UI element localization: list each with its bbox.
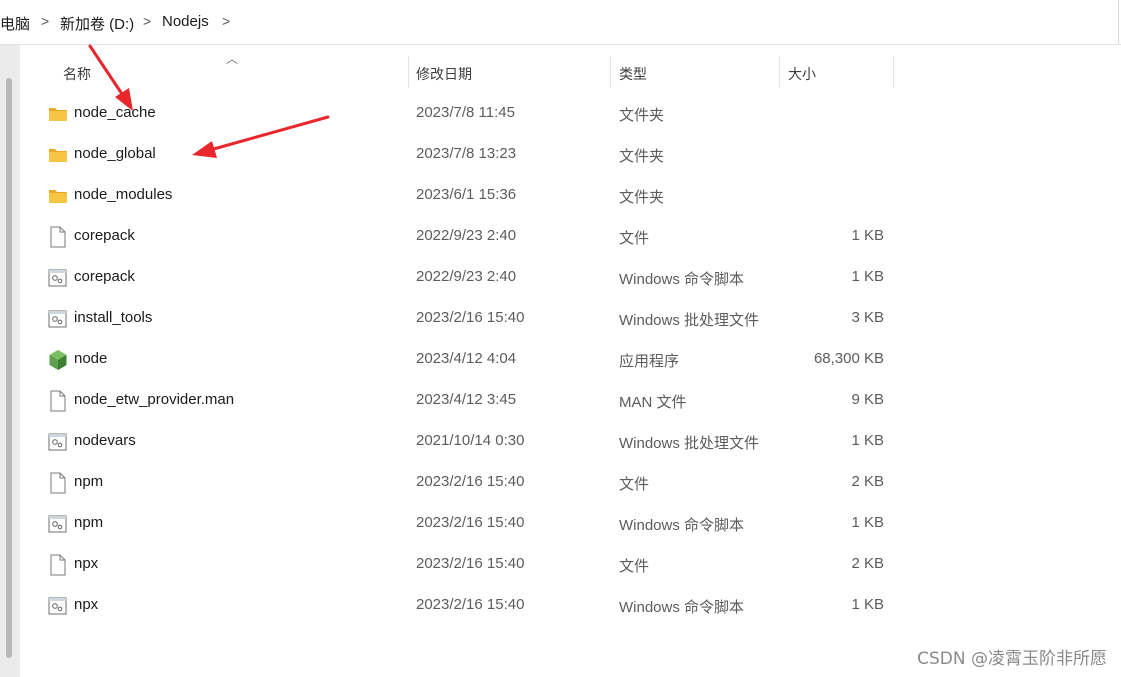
file-type: Windows 批处理文件 xyxy=(619,435,760,452)
file-name: node_global xyxy=(74,145,156,162)
breadcrumb-drive-d[interactable]: 新加卷 (D:) xyxy=(60,13,134,34)
file-type: Windows 命令脚本 xyxy=(619,599,745,616)
breadcrumb: 此电脑 > 新加卷 (D:) > Nodejs > xyxy=(0,0,1121,45)
file-date-modified: 2023/4/12 4:04 xyxy=(416,350,517,367)
script-icon xyxy=(48,431,68,453)
file-icon xyxy=(48,226,68,248)
file-name: npx xyxy=(74,596,99,613)
file-row-npm[interactable]: npm 2023/2/16 15:40 Windows 命令脚本 1 KB xyxy=(44,504,894,545)
file-row-corepack[interactable]: corepack 2022/9/23 2:40 文件 1 KB xyxy=(44,217,894,258)
nodejs-icon xyxy=(48,349,68,371)
file-icon xyxy=(48,554,68,576)
file-size: 1 KB xyxy=(851,514,884,531)
file-date-modified: 2023/2/16 15:40 xyxy=(416,309,525,326)
file-name: npx xyxy=(74,555,99,572)
file-date-modified: 2022/9/23 2:40 xyxy=(416,268,517,285)
file-name: node_etw_provider.man xyxy=(74,391,235,408)
breadcrumb-this-pc[interactable]: 此电脑 xyxy=(0,13,30,34)
column-header-size[interactable]: 大小 xyxy=(780,56,893,88)
column-header-type[interactable]: 类型 xyxy=(611,56,779,88)
column-name-label: 名称 xyxy=(63,66,91,82)
file-size: 1 KB xyxy=(851,268,884,285)
file-date-modified: 2023/7/8 13:23 xyxy=(416,145,517,162)
column-header-name[interactable]: 名称 xyxy=(44,56,408,88)
column-date-label: 修改日期 xyxy=(416,66,472,82)
file-type: MAN 文件 xyxy=(619,394,687,411)
csdn-watermark: CSDN @凌霄玉阶非所愿 xyxy=(917,649,1107,669)
file-type: Windows 命令脚本 xyxy=(619,517,745,534)
breadcrumb-nodejs[interactable]: Nodejs xyxy=(162,13,209,30)
file-type: 文件夹 xyxy=(619,107,665,124)
file-date-modified: 2023/2/16 15:40 xyxy=(416,473,525,490)
script-icon xyxy=(48,595,68,617)
file-size: 9 KB xyxy=(851,391,884,408)
file-size: 2 KB xyxy=(851,555,884,572)
chevron-right-icon[interactable]: > xyxy=(143,13,151,29)
file-row-install-tools[interactable]: install_tools 2023/2/16 15:40 Windows 批处理文… xyxy=(44,299,894,340)
script-icon xyxy=(48,267,68,289)
file-row-node-etw-provider-man[interactable]: node_etw_provider.man 2023/4/12 3:45 MAN 文… xyxy=(44,381,894,422)
file-name: npm xyxy=(74,473,104,490)
file-name: node_modules xyxy=(74,186,173,203)
file-icon xyxy=(48,390,68,412)
file-type: 文件夹 xyxy=(619,189,665,206)
file-row-node-global[interactable]: node_global 2023/7/8 13:23 文件夹 xyxy=(44,135,894,176)
file-row-npx[interactable]: npx 2023/2/16 15:40 文件 2 KB xyxy=(44,545,894,586)
file-name: npm xyxy=(74,514,104,531)
file-name: install_tools xyxy=(74,309,153,326)
file-date-modified: 2021/10/14 0:30 xyxy=(416,432,525,449)
file-date-modified: 2023/2/16 15:40 xyxy=(416,555,525,572)
file-type: 文件夹 xyxy=(619,148,665,165)
file-type: 文件 xyxy=(619,476,650,493)
file-date-modified: 2023/4/12 3:45 xyxy=(416,391,517,408)
file-size: 1 KB xyxy=(851,596,884,613)
folder-icon xyxy=(48,103,68,125)
script-icon xyxy=(48,513,68,535)
file-date-modified: 2023/2/16 15:40 xyxy=(416,514,525,531)
file-date-modified: 2023/6/1 15:36 xyxy=(416,186,517,203)
file-date-modified: 2022/9/23 2:40 xyxy=(416,227,517,244)
file-icon xyxy=(48,472,68,494)
column-type-label: 类型 xyxy=(619,66,647,82)
file-name: node_cache xyxy=(74,104,156,121)
file-date-modified: 2023/2/16 15:40 xyxy=(416,596,525,613)
file-type: 文件 xyxy=(619,230,650,247)
file-type: Windows 命令脚本 xyxy=(619,271,745,288)
file-row-npx[interactable]: npx 2023/2/16 15:40 Windows 命令脚本 1 KB xyxy=(44,586,894,627)
file-size: 68,300 KB xyxy=(813,350,884,367)
file-name: corepack xyxy=(74,268,135,285)
chevron-right-icon[interactable]: > xyxy=(222,13,230,29)
file-date-modified: 2023/7/8 11:45 xyxy=(416,104,515,121)
file-row-corepack[interactable]: corepack 2022/9/23 2:40 Windows 命令脚本 1 KB xyxy=(44,258,894,299)
column-header-date[interactable]: 修改日期 xyxy=(409,56,610,88)
file-row-node[interactable]: node 2023/4/12 4:04 应用程序 68,300 KB xyxy=(44,340,894,381)
navigation-scrollbar[interactable] xyxy=(6,78,12,658)
file-size: 2 KB xyxy=(851,473,884,490)
file-row-node-modules[interactable]: node_modules 2023/6/1 15:36 文件夹 xyxy=(44,176,894,217)
file-size: 1 KB xyxy=(851,432,884,449)
script-icon xyxy=(48,308,68,330)
file-name: node xyxy=(74,350,108,367)
column-size-label: 大小 xyxy=(788,66,816,82)
file-name: nodevars xyxy=(74,432,136,449)
file-size: 3 KB xyxy=(851,309,884,326)
file-row-npm[interactable]: npm 2023/2/16 15:40 文件 2 KB xyxy=(44,463,894,504)
file-row-nodevars[interactable]: nodevars 2021/10/14 0:30 Windows 批处理文件 1 KB xyxy=(44,422,894,463)
file-row-node-cache[interactable]: node_cache 2023/7/8 11:45 文件夹 xyxy=(44,94,894,135)
file-name: corepack xyxy=(74,227,135,244)
file-type: 应用程序 xyxy=(619,353,680,370)
folder-icon xyxy=(48,144,68,166)
folder-icon xyxy=(48,185,68,207)
file-type: 文件 xyxy=(619,558,650,575)
file-type: Windows 批处理文件 xyxy=(619,312,760,329)
chevron-right-icon[interactable]: > xyxy=(41,13,49,29)
file-size: 1 KB xyxy=(851,227,884,244)
column-divider[interactable] xyxy=(893,56,894,88)
